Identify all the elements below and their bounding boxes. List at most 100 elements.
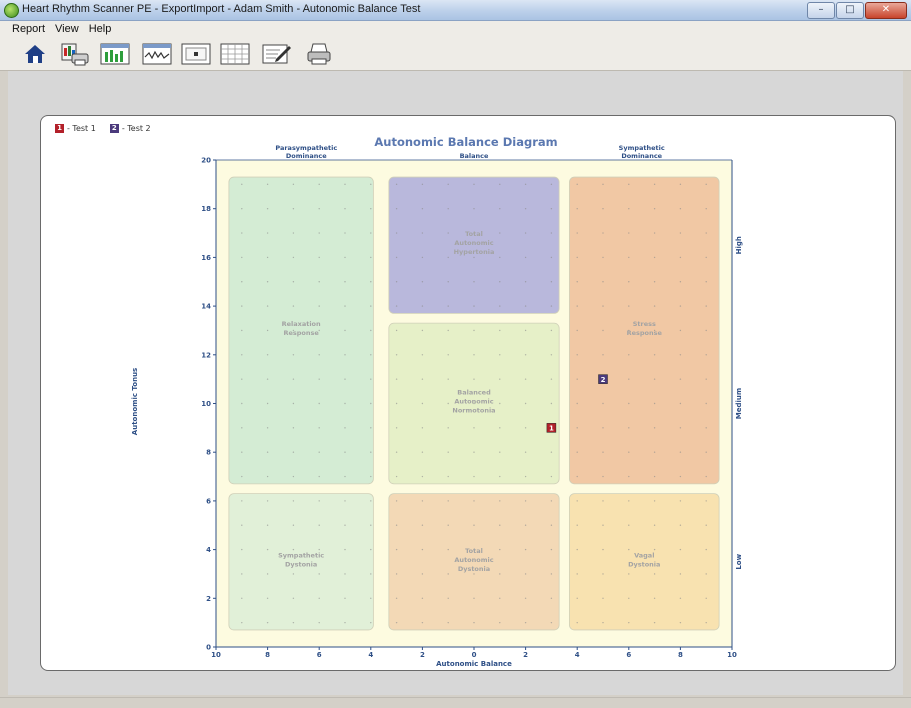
- grid-dot: [705, 524, 707, 526]
- grid-dot: [628, 305, 630, 307]
- grid-dot: [318, 548, 320, 551]
- grid-dot: [447, 305, 449, 307]
- grid-dot: [292, 183, 295, 186]
- grid-dot: [241, 183, 243, 186]
- grid-dot: [447, 500, 449, 502]
- grid-dot: [705, 354, 707, 356]
- grid-dot: [653, 378, 656, 380]
- data-point-label: 2: [601, 376, 606, 384]
- region-label: Normotonia: [452, 407, 495, 415]
- grid-dot: [499, 378, 501, 380]
- grid-dot: [292, 500, 295, 502]
- grid-dot: [679, 208, 682, 210]
- grid-dot: [266, 232, 269, 234]
- grid-dot: [292, 548, 295, 551]
- grid-dot: [292, 256, 295, 259]
- grid-dot: [370, 500, 372, 502]
- region-label: Dystonia: [458, 565, 490, 573]
- grid-dot: [395, 305, 398, 307]
- grid-dot: [550, 451, 553, 453]
- grid-dot: [395, 354, 398, 356]
- x-tick-label: 8: [678, 651, 683, 659]
- region-label: Sympathetic: [278, 551, 324, 559]
- grid-dot: [602, 500, 604, 502]
- grid-dot: [602, 305, 604, 307]
- grid-dot: [370, 305, 372, 307]
- grid-dot: [266, 402, 269, 405]
- y-tick-label: 8: [206, 449, 211, 457]
- grid-dot: [292, 573, 295, 575]
- x-tick-label: 0: [472, 651, 477, 659]
- grid-dot: [628, 524, 630, 526]
- grid-dot: [447, 329, 449, 332]
- grid-dot: [628, 208, 630, 210]
- grid-dot: [447, 378, 449, 380]
- grid-dot: [395, 232, 398, 234]
- grid-dot: [292, 597, 295, 599]
- grid-dot: [395, 208, 398, 210]
- grid-dot: [550, 256, 553, 259]
- grid-dot: [421, 597, 424, 599]
- grid-dot: [550, 402, 553, 405]
- grid-dot: [679, 573, 682, 575]
- grid-dot: [679, 427, 682, 429]
- grid-dot: [524, 378, 527, 380]
- grid-dot: [499, 305, 501, 307]
- grid-dot: [292, 354, 295, 356]
- grid-dot: [370, 402, 372, 405]
- grid-dot: [499, 354, 501, 356]
- chart-title: Autonomic Balance Diagram: [374, 135, 557, 149]
- grid-dot: [395, 524, 398, 526]
- grid-dot: [524, 256, 527, 259]
- grid-dot: [576, 232, 578, 234]
- grid-dot: [576, 329, 578, 332]
- grid-dot: [524, 548, 527, 551]
- grid-dot: [576, 281, 578, 283]
- grid-dot: [241, 402, 243, 405]
- x-tick-label: 10: [727, 651, 737, 659]
- grid-dot: [602, 621, 604, 624]
- grid-dot: [344, 378, 346, 380]
- grid-dot: [241, 451, 243, 453]
- grid-dot: [679, 305, 682, 307]
- grid-dot: [241, 500, 243, 502]
- x-tick-label: 6: [317, 651, 322, 659]
- top-axis-label: Balance: [460, 152, 489, 160]
- top-axis-label: Sympathetic: [619, 144, 665, 152]
- top-axis-label: Dominance: [621, 152, 662, 160]
- grid-dot: [421, 329, 424, 332]
- grid-dot: [550, 573, 553, 575]
- grid-dot: [705, 256, 707, 259]
- region-label: Relaxation: [282, 320, 321, 328]
- grid-dot: [705, 597, 707, 599]
- grid-dot: [292, 475, 295, 478]
- grid-dot: [344, 475, 346, 478]
- grid-dot: [576, 378, 578, 380]
- grid-dot: [602, 256, 604, 259]
- y-tick-label: 2: [206, 595, 211, 603]
- grid-dot: [318, 281, 320, 283]
- grid-dot: [241, 573, 243, 575]
- grid-dot: [370, 548, 372, 551]
- grid-dot: [292, 524, 295, 526]
- grid-dot: [318, 402, 320, 405]
- grid-dot: [292, 402, 295, 405]
- grid-dot: [344, 232, 346, 234]
- grid-dot: [421, 378, 424, 380]
- grid-dot: [679, 500, 682, 502]
- grid-dot: [705, 548, 707, 551]
- grid-dot: [628, 232, 630, 234]
- grid-dot: [318, 183, 320, 186]
- grid-dot: [705, 621, 707, 624]
- grid-dot: [473, 281, 475, 283]
- grid-dot: [421, 208, 424, 210]
- grid-dot: [473, 305, 475, 307]
- grid-dot: [266, 573, 269, 575]
- grid-dot: [499, 597, 501, 599]
- grid-dot: [266, 500, 269, 502]
- grid-dot: [473, 621, 475, 624]
- grid-dot: [370, 475, 372, 478]
- grid-dot: [447, 354, 449, 356]
- grid-dot: [499, 524, 501, 526]
- grid-dot: [602, 597, 604, 599]
